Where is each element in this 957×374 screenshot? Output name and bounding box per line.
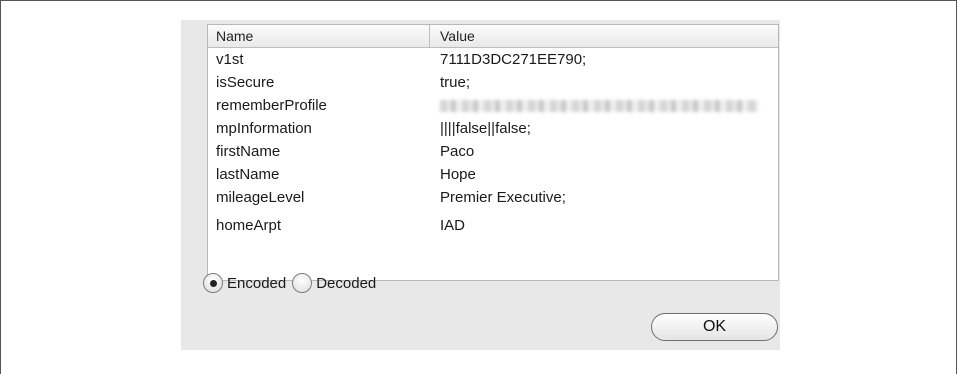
cookie-name: isSecure	[216, 74, 275, 91]
redacted-value	[440, 100, 758, 113]
table-body: v1st 7111D3DC271EE790; isSecure true; re…	[208, 48, 778, 242]
cookie-name: mpInformation	[216, 120, 312, 137]
radio-unselected-icon[interactable]	[292, 273, 313, 293]
cookie-name: rememberProfile	[216, 97, 327, 114]
cookie-name: v1st	[216, 51, 244, 68]
radio-selected-icon[interactable]	[203, 273, 223, 293]
encoded-radio[interactable]: Encoded	[203, 273, 286, 293]
encoding-radio-group: Encoded Decoded	[203, 273, 382, 293]
table-row[interactable]: firstName Paco	[208, 140, 778, 163]
cookie-value: 7111D3DC271EE790;	[440, 51, 587, 68]
cookie-value: true;	[440, 74, 471, 91]
table-row[interactable]: lastName Hope	[208, 163, 778, 186]
cookie-value: Premier Executive;	[440, 189, 566, 206]
table-row[interactable]: v1st 7111D3DC271EE790;	[208, 48, 778, 71]
cookie-viewer-dialog: Name Value v1st 7111D3DC271EE790; isSecu…	[181, 20, 780, 350]
ok-button[interactable]: OK	[651, 313, 778, 341]
decoded-radio[interactable]: Decoded	[292, 273, 376, 293]
cookie-value: Hope	[440, 166, 476, 183]
cookie-value: ||||false||false;	[440, 120, 531, 137]
encoded-label[interactable]: Encoded	[227, 275, 286, 292]
table-row[interactable]: rememberProfile	[208, 94, 778, 117]
table-row[interactable]: homeArpt IAD	[208, 209, 778, 242]
cookie-name: firstName	[216, 143, 281, 160]
column-header-value[interactable]: Value	[430, 25, 778, 47]
cookie-value: Paco	[440, 143, 475, 160]
cookie-value-redacted	[430, 97, 778, 114]
decoded-label[interactable]: Decoded	[316, 275, 376, 292]
table-row[interactable]: mileageLevel Premier Executive;	[208, 186, 778, 209]
cookie-name: homeArpt	[216, 217, 282, 234]
table-row[interactable]: mpInformation ||||false||false;	[208, 117, 778, 140]
radio-dot-icon	[209, 279, 217, 287]
cookie-table: Name Value v1st 7111D3DC271EE790; isSecu…	[207, 24, 779, 281]
cookie-value: IAD	[440, 217, 466, 234]
cookie-name: mileageLevel	[216, 189, 305, 206]
table-header: Name Value	[208, 25, 778, 48]
column-header-name[interactable]: Name	[208, 25, 430, 47]
table-row[interactable]: isSecure true;	[208, 71, 778, 94]
cookie-name: lastName	[216, 166, 280, 183]
